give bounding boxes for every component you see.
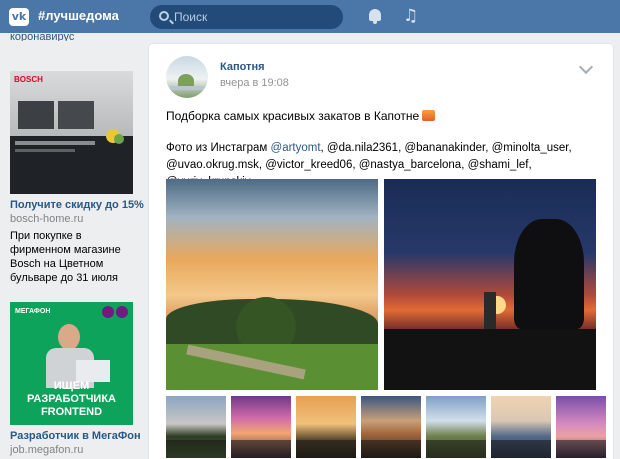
post-text-title: Подборка самых красивых закатов в Капотн… [166, 109, 436, 123]
ad-bosch-image[interactable]: BOSCH [10, 71, 133, 194]
post-thumbnails [166, 396, 606, 458]
post-thumb[interactable] [166, 396, 226, 458]
search-placeholder: Поиск [174, 10, 208, 24]
top-header: vk #лучшедома Поиск ♫ [0, 0, 620, 33]
music-icon[interactable]: ♫ [403, 7, 418, 25]
post-author[interactable]: Капотня [220, 61, 265, 73]
post-thumb[interactable] [231, 396, 291, 458]
sidebar-link-coronavirus[interactable]: коронавирус [10, 33, 74, 41]
bell-icon[interactable] [368, 8, 382, 24]
post-date[interactable]: вчера в 19:08 [220, 77, 289, 89]
post-thumb[interactable] [556, 396, 606, 458]
ad-bosch-title[interactable]: Получите скидку до 15% [10, 199, 144, 211]
sunset-emoji-icon [422, 110, 436, 121]
post-thumb[interactable] [361, 396, 421, 458]
feed-post: Капотня вчера в 19:08 Подборка самых кра… [149, 44, 613, 459]
avatar[interactable] [166, 56, 208, 98]
post-thumb[interactable] [296, 396, 356, 458]
vk-logo-icon[interactable]: vk [9, 8, 29, 26]
ad-megafon-domain[interactable]: job.megafon.ru [10, 444, 83, 456]
bosch-logo: BOSCH [14, 75, 43, 84]
post-photo-2[interactable] [384, 179, 596, 390]
ad-megafon-title[interactable]: Разработчик в МегаФон [10, 430, 141, 442]
left-sidebar: коронавирус BOSCH Получите скидку до 15%… [0, 33, 145, 459]
search-input[interactable]: Поиск [150, 5, 343, 29]
hashtag-title[interactable]: #лучшедома [38, 8, 119, 23]
post-photo-1[interactable] [166, 179, 378, 390]
search-icon [159, 11, 169, 21]
post-thumb[interactable] [426, 396, 486, 458]
megafon-logo: МЕГАФОН [15, 308, 51, 315]
ad-bosch-description: При покупке в фирменном магазине Bosch н… [10, 230, 121, 284]
mention-link[interactable]: @artyomt [271, 142, 321, 154]
ad-megafon-banner-text: ИЩЕМ РАЗРАБОТЧИКА FRONTEND [27, 380, 116, 418]
post-thumb[interactable] [491, 396, 551, 458]
ad-megafon-image[interactable]: МЕГАФОН ИЩЕМ РАЗРАБОТЧИКА FRONTEND [10, 302, 133, 425]
chevron-down-icon[interactable] [578, 59, 594, 75]
ad-bosch-domain[interactable]: bosch-home.ru [10, 213, 83, 225]
